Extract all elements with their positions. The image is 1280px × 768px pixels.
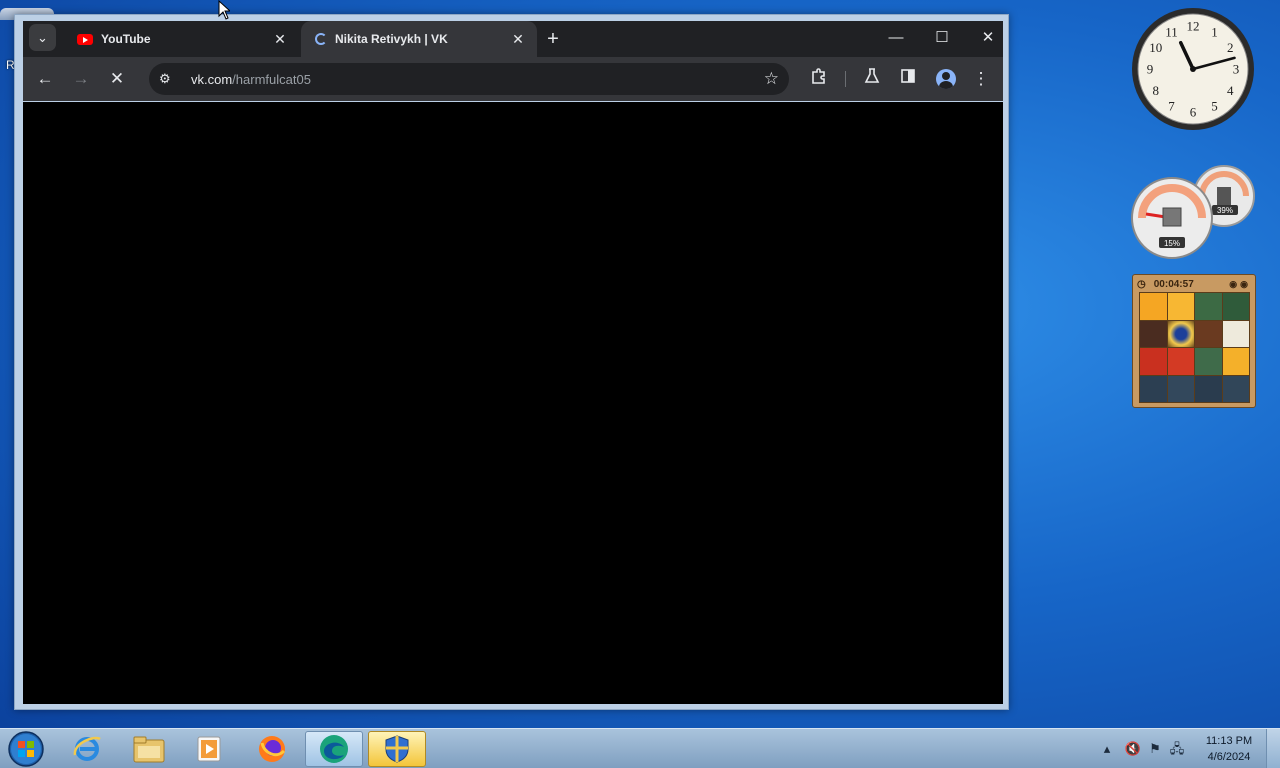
site-settings-icon[interactable]: ⚙ (159, 71, 177, 87)
action-center-flag-icon[interactable]: ⚑ (1144, 739, 1166, 759)
tab-search-button[interactable]: ⌄ (29, 24, 56, 51)
picture-puzzle-gadget[interactable]: ◷ 00:04:57 ◉◉ (1132, 274, 1256, 408)
puzzle-board[interactable] (1139, 292, 1250, 403)
taskbar-clock[interactable]: 11:13 PM 4/6/2024 (1198, 733, 1260, 765)
puzzle-tile[interactable] (1195, 293, 1222, 320)
edge-icon (320, 735, 348, 763)
minimize-button[interactable]: — (881, 27, 911, 51)
puzzle-tile[interactable] (1167, 320, 1194, 347)
show-desktop-button[interactable] (1266, 729, 1280, 768)
cpu-meter-gadget[interactable]: 39% 15% (1128, 164, 1258, 260)
chevron-down-icon: ⌄ (37, 29, 48, 45)
close-window-button[interactable]: ✕ (973, 27, 1003, 51)
toolbar-separator (845, 71, 846, 87)
puzzle-timer: 00:04:57 (1153, 279, 1194, 290)
taskbar-time: 11:13 PM (1205, 735, 1253, 747)
puzzle-tile[interactable] (1195, 375, 1222, 402)
puzzle-tile[interactable] (1222, 348, 1249, 375)
clock-numeral: 10 (1149, 40, 1162, 55)
taskbar-windows-explorer[interactable] (120, 731, 178, 767)
clock-numeral: 11 (1165, 24, 1178, 39)
clock-numeral: 6 (1190, 105, 1197, 120)
back-button[interactable]: ← (32, 67, 58, 91)
puzzle-tile[interactable] (1222, 320, 1249, 347)
clock-numeral: 9 (1147, 62, 1154, 77)
taskbar: ▴ 🔇 ⚑ 🖧 11:13 PM 4/6/2024 (0, 728, 1280, 768)
puzzle-tile[interactable] (1167, 375, 1194, 402)
shield-icon (385, 735, 409, 763)
tab-close-button[interactable]: ✕ (509, 30, 527, 48)
puzzle-buttons[interactable]: ◉◉ (1229, 279, 1251, 290)
clock-numeral: 8 (1153, 83, 1160, 98)
clock-numeral: 2 (1227, 40, 1234, 55)
clock-numeral: 1 (1211, 24, 1218, 39)
internet-explorer-icon (73, 736, 101, 761)
folder-icon (133, 736, 165, 763)
address-bar[interactable]: ⚙ vk.com/harmfulcat05 ☆ (149, 63, 789, 95)
network-icon[interactable]: 🖧 (1166, 739, 1188, 759)
browser-menu-button[interactable]: ⋮ (968, 67, 994, 91)
start-button[interactable] (6, 731, 46, 767)
puzzle-tile[interactable] (1222, 375, 1249, 402)
taskbar-firefox[interactable] (243, 731, 301, 767)
taskbar-date: 4/6/2024 (1207, 751, 1251, 763)
browser-toolbar: ← → ✕ ⚙ vk.com/harmfulcat05 ☆ ⋮ (23, 57, 1003, 101)
tab-title: YouTube (101, 32, 151, 46)
puzzle-piece-icon (812, 68, 825, 84)
clock-numeral: 7 (1168, 99, 1175, 114)
youtube-icon (77, 33, 93, 45)
puzzle-tile[interactable] (1140, 320, 1167, 347)
url-host: vk.com (191, 71, 233, 87)
tab-strip: ⌄ YouTube ✕ Nikita Retivykh | VK ✕ + — ☐… (23, 21, 1003, 57)
side-panel-button[interactable] (895, 67, 921, 91)
puzzle-tile[interactable] (1140, 375, 1167, 402)
tab-youtube[interactable]: YouTube ✕ (63, 21, 299, 57)
labs-button[interactable] (859, 67, 885, 91)
url-text[interactable]: vk.com/harmfulcat05 (191, 72, 311, 87)
clock-gadget[interactable]: 12 12 3 45678 9 1011 (1130, 6, 1256, 132)
taskbar-media-player[interactable] (180, 731, 238, 767)
clock-numeral: 12 (1187, 19, 1200, 34)
clock-numeral: 5 (1211, 99, 1218, 114)
mouse-cursor-icon (218, 0, 230, 20)
tab-vk[interactable]: Nikita Retivykh | VK ✕ (301, 21, 537, 57)
clock-numeral: 3 (1233, 62, 1240, 77)
cpu-usage-label: 15% (1164, 239, 1180, 248)
page-content[interactable] (23, 102, 1003, 704)
flask-icon (864, 68, 880, 83)
puzzle-tile[interactable] (1167, 348, 1194, 375)
maximize-button[interactable]: ☐ (927, 27, 957, 51)
forward-button[interactable]: → (68, 67, 94, 91)
memory-usage-label: 39% (1217, 206, 1233, 215)
tab-close-button[interactable]: ✕ (271, 30, 289, 48)
bookmark-star-icon[interactable]: ☆ (764, 69, 779, 89)
stop-loading-button[interactable]: ✕ (104, 67, 130, 91)
taskbar-internet-explorer[interactable] (58, 731, 116, 767)
puzzle-tile[interactable] (1140, 293, 1167, 320)
tab-title: Nikita Retivykh | VK (335, 32, 448, 46)
puzzle-tile[interactable] (1195, 348, 1222, 375)
firefox-icon (259, 736, 286, 762)
media-player-icon (197, 736, 221, 762)
extensions-button[interactable] (806, 67, 832, 91)
side-panel-icon (901, 69, 915, 83)
show-hidden-icons-icon[interactable]: ▴ (1096, 739, 1118, 759)
loading-spinner-icon (315, 33, 327, 45)
taskbar-edge[interactable] (305, 731, 363, 767)
puzzle-clock-icon: ◷ (1137, 279, 1146, 290)
puzzle-tile[interactable] (1222, 293, 1249, 320)
puzzle-tile[interactable] (1167, 293, 1194, 320)
clock-numeral: 4 (1227, 83, 1234, 98)
taskbar-security-shield[interactable] (368, 731, 426, 767)
url-path: /harmfulcat05 (232, 71, 311, 87)
puzzle-tile[interactable] (1140, 348, 1167, 375)
volume-muted-icon[interactable]: 🔇 (1122, 739, 1144, 759)
avatar (936, 69, 956, 89)
puzzle-header: ◷ 00:04:57 ◉◉ (1137, 278, 1251, 291)
browser-window: ⌄ YouTube ✕ Nikita Retivykh | VK ✕ + — ☐… (14, 14, 1009, 710)
puzzle-tile-empty[interactable] (1195, 320, 1222, 347)
profile-button[interactable] (933, 67, 959, 91)
new-tab-button[interactable]: + (541, 29, 565, 51)
